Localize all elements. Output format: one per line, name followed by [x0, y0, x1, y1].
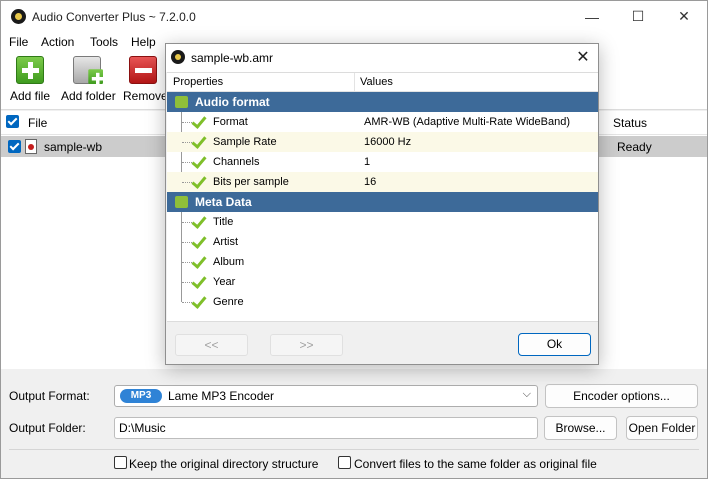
property-name: Genre	[213, 296, 244, 308]
property-value: 16000 Hz	[364, 136, 412, 148]
chevron-down-icon: ⌵	[522, 388, 531, 400]
select-all-checkbox[interactable]	[6, 115, 19, 128]
property-row[interactable]: Bits per sample 16	[167, 172, 598, 192]
property-row[interactable]: Genre	[167, 292, 598, 312]
menu-file[interactable]: File	[9, 35, 28, 49]
keep-structure-checkbox[interactable]	[114, 456, 127, 469]
property-row[interactable]: Format AMR-WB (Adaptive Multi-Rate WideB…	[167, 112, 598, 132]
ok-button[interactable]: Ok	[518, 333, 591, 356]
check-icon	[191, 154, 204, 169]
property-row[interactable]: Channels 1	[167, 152, 598, 172]
check-icon	[191, 254, 204, 269]
check-icon	[191, 134, 204, 149]
remove-icon	[129, 56, 157, 84]
file-status: Ready	[617, 140, 652, 154]
property-row[interactable]: Album	[167, 252, 598, 272]
check-icon	[191, 114, 204, 129]
format-badge: MP3	[120, 389, 162, 403]
property-name: Title	[213, 216, 234, 228]
output-format-select[interactable]: MP3 Lame MP3 Encoder ⌵	[114, 385, 538, 407]
music-note-icon	[175, 96, 188, 108]
file-column-header[interactable]: File	[28, 116, 47, 130]
property-row[interactable]: Year	[167, 272, 598, 292]
check-icon	[191, 274, 204, 289]
check-icon	[191, 174, 204, 189]
dialog-title-bar: sample-wb.amr ✕	[166, 44, 598, 72]
window-title: Audio Converter Plus ~ 7.2.0.0	[32, 10, 196, 24]
add-file-label: Add file	[10, 89, 51, 103]
properties-table: Properties Values Audio format Format AM…	[167, 72, 598, 322]
menu-tools[interactable]: Tools	[90, 35, 118, 49]
properties-column-header[interactable]: Properties	[173, 76, 223, 88]
dialog-close-button[interactable]: ✕	[570, 46, 596, 70]
properties-dialog: sample-wb.amr ✕ Properties Values Audio …	[165, 43, 599, 365]
audio-file-icon	[25, 139, 37, 154]
status-column-header[interactable]: Status	[613, 116, 647, 130]
property-name: Artist	[213, 236, 239, 248]
property-row[interactable]: Artist	[167, 232, 598, 252]
maximize-button[interactable]: ☐	[615, 1, 661, 32]
remove-button[interactable]: Remove	[123, 56, 168, 108]
browse-button[interactable]: Browse...	[544, 416, 617, 440]
same-folder-checkbox[interactable]	[338, 456, 351, 469]
add-folder-button[interactable]: Add folder	[61, 56, 116, 108]
property-name: Format	[213, 116, 248, 128]
star-icon	[175, 196, 188, 208]
properties-header: Properties Values	[167, 73, 598, 92]
property-row[interactable]: Title	[167, 212, 598, 232]
property-name: Sample Rate	[213, 136, 277, 148]
encoder-options-button[interactable]: Encoder options...	[545, 384, 698, 408]
output-panel: Output Format: MP3 Lame MP3 Encoder ⌵ En…	[1, 373, 707, 478]
menu-action[interactable]: Action	[41, 35, 74, 49]
remove-label: Remove	[123, 89, 168, 103]
property-value: 1	[364, 156, 371, 168]
group-label: Meta Data	[195, 195, 252, 209]
group-audio-format[interactable]: Audio format	[167, 92, 598, 112]
same-folder-label: Convert files to the same folder as orig…	[354, 457, 597, 471]
property-value: AMR-WB (Adaptive Multi-Rate WideBand)	[364, 116, 571, 128]
property-value: 16	[364, 176, 377, 188]
format-value: Lame MP3 Encoder	[168, 389, 275, 403]
next-button[interactable]: >>	[270, 334, 343, 356]
divider	[9, 449, 699, 450]
minimize-button[interactable]: —	[569, 1, 615, 32]
property-name: Album	[213, 256, 245, 268]
property-name: Channels	[213, 156, 260, 168]
keep-structure-label: Keep the original directory structure	[129, 457, 319, 471]
group-label: Audio format	[195, 95, 270, 109]
title-bar: Audio Converter Plus ~ 7.2.0.0 — ☐ ✕	[1, 1, 707, 32]
app-icon	[171, 50, 185, 64]
property-name: Year	[213, 276, 236, 288]
check-icon	[191, 234, 204, 249]
add-file-button[interactable]: Add file	[10, 56, 50, 108]
property-name: Bits per sample	[213, 176, 289, 188]
add-folder-icon	[73, 56, 104, 85]
check-icon	[191, 294, 204, 309]
add-file-icon	[16, 56, 44, 84]
file-name: sample-wb	[44, 140, 103, 154]
check-icon	[191, 214, 204, 229]
previous-button[interactable]: <<	[175, 334, 248, 356]
file-row-checkbox[interactable]	[8, 140, 21, 153]
app-icon	[11, 9, 26, 24]
close-window-button[interactable]: ✕	[661, 1, 707, 32]
values-column-header[interactable]: Values	[360, 76, 393, 88]
output-format-label: Output Format:	[9, 389, 90, 403]
dialog-title: sample-wb.amr	[191, 51, 274, 65]
open-folder-button[interactable]: Open Folder	[626, 416, 698, 440]
output-folder-label: Output Folder:	[9, 421, 86, 435]
output-folder-input[interactable]: D:\Music	[114, 417, 538, 439]
group-meta-data[interactable]: Meta Data	[167, 192, 598, 212]
add-folder-label: Add folder	[61, 89, 116, 103]
property-row[interactable]: Sample Rate 16000 Hz	[167, 132, 598, 152]
menu-help[interactable]: Help	[131, 35, 156, 49]
